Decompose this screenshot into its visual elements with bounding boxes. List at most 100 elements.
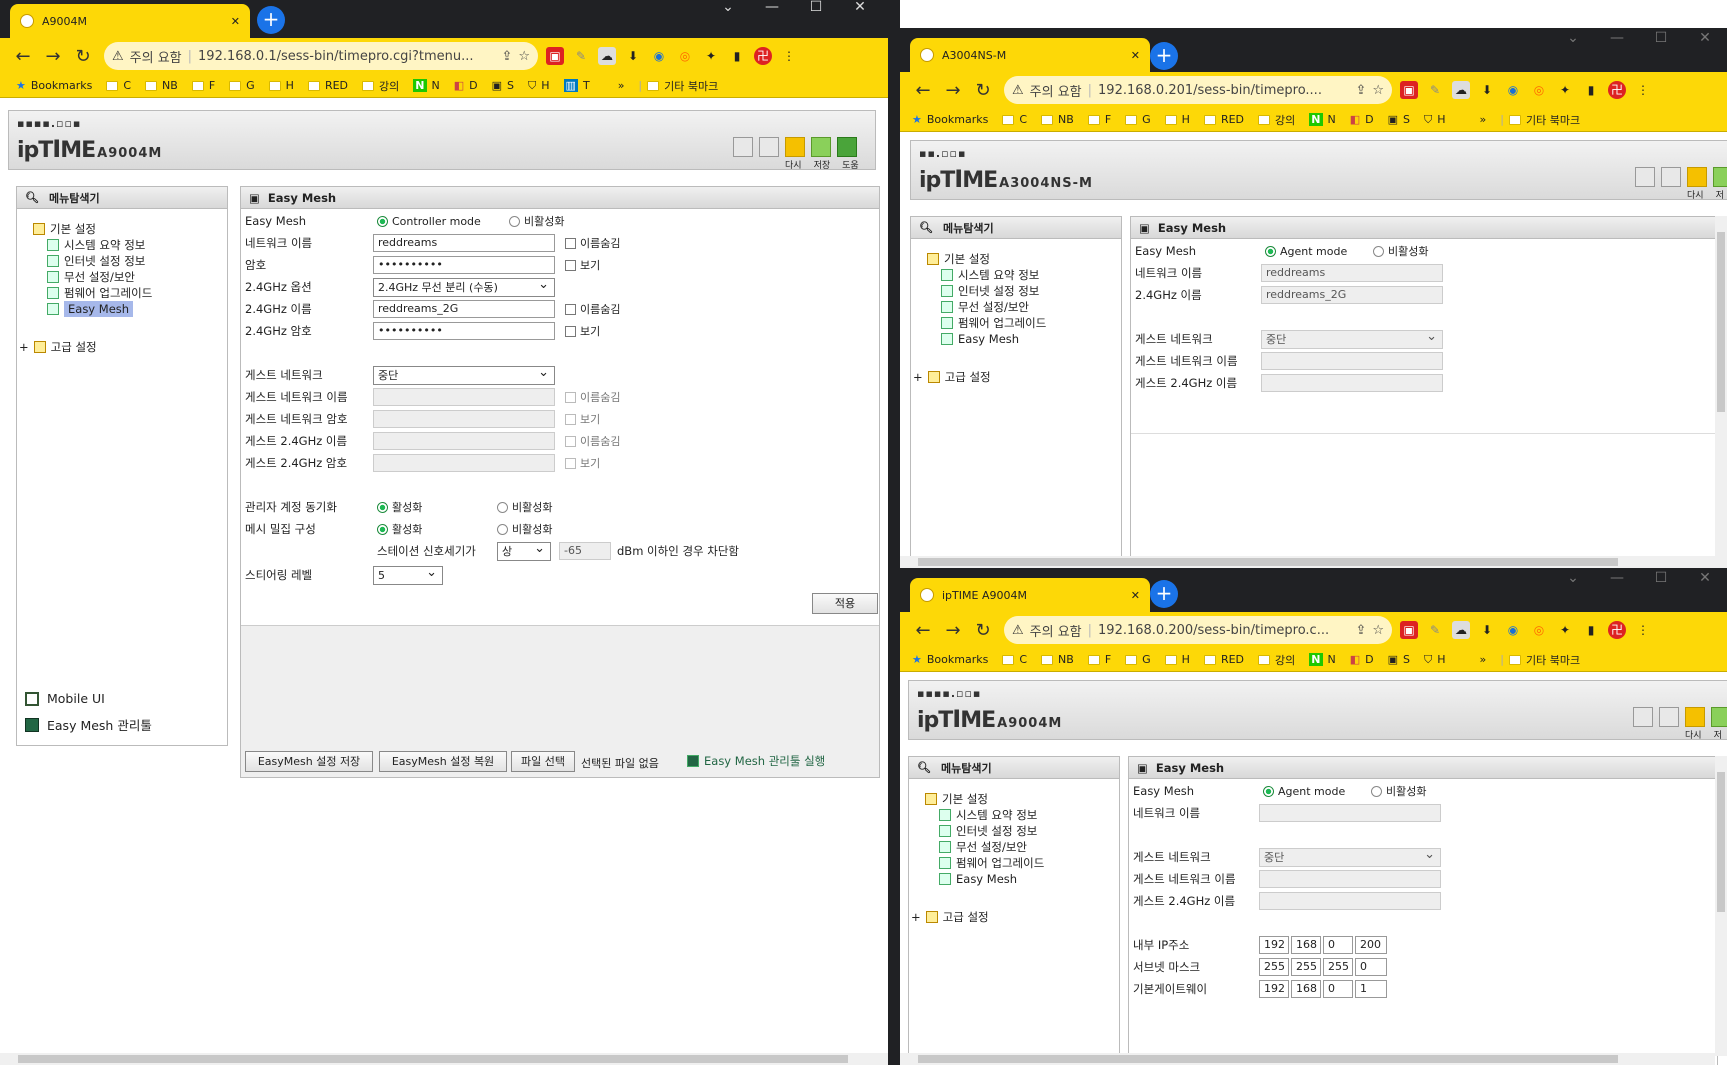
home-icon[interactable] xyxy=(733,137,753,157)
extension-download-icon[interactable]: ⬇ xyxy=(624,47,642,65)
radio-agent-mode[interactable]: Agent mode xyxy=(1265,245,1347,258)
guest-name-input[interactable] xyxy=(1261,352,1443,370)
reload-page-button[interactable] xyxy=(1685,707,1705,727)
bookmark-star-icon[interactable]: ☆ xyxy=(1372,623,1384,638)
bookmark-item[interactable]: ▥ T xyxy=(563,79,590,92)
mask-octet-3[interactable]: 255 xyxy=(1323,958,1353,976)
bookmark-item[interactable]: ▣ S xyxy=(1388,653,1410,666)
run-mesh-tool-link[interactable]: Easy Mesh 관리툴 실행 xyxy=(687,753,825,769)
bookmark-item[interactable]: NN xyxy=(1309,653,1336,666)
guest-network-select[interactable]: 중단 xyxy=(373,364,555,385)
scrollbar-thumb[interactable] xyxy=(1717,772,1725,912)
reload-page-button[interactable] xyxy=(1687,167,1707,187)
address-bar[interactable]: ⚠ 주의 요함 | 192.168.0.201/sess-bin/timepro… xyxy=(1004,76,1392,104)
tree-basic-settings[interactable]: 기본 설정 xyxy=(33,221,227,237)
extension-globe-icon[interactable]: ◉ xyxy=(1504,81,1522,99)
scrollbar-thumb[interactable] xyxy=(918,558,1618,566)
close-window-icon[interactable]: ✕ xyxy=(838,0,882,14)
minimize-icon[interactable]: — xyxy=(1595,30,1639,46)
share-icon[interactable]: ⇪ xyxy=(1355,623,1366,638)
radio-controller-mode[interactable]: Controller mode xyxy=(377,215,481,228)
gw-octet-2[interactable]: 168 xyxy=(1291,980,1321,998)
bookmark-item[interactable]: ◧ D xyxy=(454,79,478,92)
extension-cloud-icon[interactable]: ☁ xyxy=(598,47,616,65)
logout-icon[interactable] xyxy=(1661,167,1681,187)
extension-red-icon[interactable]: ▣ xyxy=(1400,621,1418,639)
bookmark-item[interactable]: F xyxy=(1087,113,1111,126)
tab-search-icon[interactable]: ⌄ xyxy=(1551,30,1595,46)
bookmark-item[interactable]: ◧ D xyxy=(1350,113,1374,126)
maximize-icon[interactable]: ☐ xyxy=(1639,30,1683,46)
reload-icon[interactable]: ↻ xyxy=(68,46,98,67)
other-bookmarks-folder[interactable]: | 기타 북마크 xyxy=(1500,652,1580,668)
guest-show-password-checkbox[interactable]: 보기 xyxy=(565,411,600,427)
show-24ghz-password-checkbox[interactable]: 보기 xyxy=(565,323,600,339)
logout-icon[interactable] xyxy=(759,137,779,157)
guest-password-input[interactable] xyxy=(373,410,555,428)
save-page-button[interactable] xyxy=(1711,707,1727,727)
extension-cloud-icon[interactable]: ☁ xyxy=(1452,81,1470,99)
tree-item-internet-settings[interactable]: 인터넷 설정 정보 xyxy=(47,253,227,269)
logout-icon[interactable] xyxy=(1659,707,1679,727)
hide-name-checkbox[interactable]: 이름숨김 xyxy=(565,235,620,251)
back-icon[interactable]: ← xyxy=(908,80,938,101)
mask-octet-4[interactable]: 0 xyxy=(1355,958,1387,976)
bookmark-star-icon[interactable]: ☆ xyxy=(1372,83,1384,98)
expand-plus-icon[interactable]: + xyxy=(19,339,29,355)
tab-a3004ns[interactable]: A3004NS-M ✕ xyxy=(910,38,1150,72)
24ghz-password-input[interactable]: •••••••••• xyxy=(373,322,555,340)
easy-mesh-tool-link[interactable]: Easy Mesh 관리툴 xyxy=(25,715,152,734)
tree-advanced-settings[interactable]: + 고급 설정 xyxy=(911,909,1119,925)
close-tab-icon[interactable]: ✕ xyxy=(231,15,240,28)
sidepanel-icon[interactable]: ▮ xyxy=(1582,81,1600,99)
more-bookmarks-button[interactable]: » xyxy=(1480,653,1487,666)
network-name-input[interactable]: reddreams xyxy=(1261,264,1443,282)
hide-24ghz-name-checkbox[interactable]: 이름숨김 xyxy=(565,301,620,317)
bookmarks-folder[interactable]: ★ Bookmarks xyxy=(912,113,988,126)
new-tab-button[interactable]: + xyxy=(1150,580,1178,608)
back-icon[interactable]: ← xyxy=(908,620,938,641)
extension-orange-icon[interactable]: ◎ xyxy=(1530,621,1548,639)
maximize-icon[interactable]: ☐ xyxy=(1639,570,1683,586)
bookmark-star-icon[interactable]: ☆ xyxy=(518,49,530,64)
ip-octet-2[interactable]: 168 xyxy=(1291,936,1321,954)
maximize-icon[interactable]: ☐ xyxy=(794,0,838,14)
tree-basic-settings[interactable]: 기본 설정 xyxy=(927,251,1121,267)
share-icon[interactable]: ⇪ xyxy=(501,49,512,64)
bookmark-item[interactable]: H xyxy=(268,79,294,92)
extension-download-icon[interactable]: ⬇ xyxy=(1478,621,1496,639)
bookmark-item[interactable]: 강의 xyxy=(1258,652,1295,668)
extensions-puzzle-icon[interactable]: ✦ xyxy=(1556,81,1574,99)
tree-item-easy-mesh[interactable]: Easy Mesh xyxy=(47,301,227,317)
bookmark-item[interactable]: RED xyxy=(307,79,348,92)
tree-item-system-summary[interactable]: 시스템 요약 정보 xyxy=(47,237,227,253)
radio-mesh-dense-on[interactable]: 활성화 xyxy=(377,521,422,537)
bookmark-item[interactable]: F xyxy=(1087,653,1111,666)
easymesh-save-button[interactable]: EasyMesh 설정 저장 xyxy=(245,751,373,772)
tab-search-icon[interactable]: ⌄ xyxy=(706,0,750,14)
sidepanel-icon[interactable]: ▮ xyxy=(728,47,746,65)
tree-advanced-settings[interactable]: + 고급 설정 xyxy=(913,369,1121,385)
gw-octet-3[interactable]: 0 xyxy=(1323,980,1353,998)
bookmark-item[interactable]: G xyxy=(1125,653,1151,666)
guest-24ghz-name-input[interactable] xyxy=(1259,892,1441,910)
bookmark-item[interactable]: RED xyxy=(1203,653,1244,666)
extension-pen-icon[interactable]: ✎ xyxy=(1426,621,1444,639)
radio-mesh-disable[interactable]: 비활성화 xyxy=(509,213,564,229)
close-window-icon[interactable]: ✕ xyxy=(1683,30,1727,46)
reload-page-button[interactable] xyxy=(785,137,805,157)
profile-avatar[interactable]: 卍 xyxy=(1608,621,1626,639)
bookmark-item[interactable]: ⛉ H xyxy=(1424,653,1446,667)
extension-orange-icon[interactable]: ◎ xyxy=(1530,81,1548,99)
radio-admin-sync-on[interactable]: 활성화 xyxy=(377,499,422,515)
steering-level-select[interactable]: 5 xyxy=(373,564,443,585)
guest-24ghz-name-input[interactable] xyxy=(373,432,555,450)
extension-pen-icon[interactable]: ✎ xyxy=(572,47,590,65)
apply-button[interactable]: 적용 xyxy=(812,593,878,614)
home-icon[interactable] xyxy=(1635,167,1655,187)
bookmark-item[interactable]: F xyxy=(191,79,215,92)
24ghz-name-input[interactable]: reddreams_2G xyxy=(373,300,555,318)
forward-icon[interactable]: → xyxy=(38,46,68,67)
gw-octet-1[interactable]: 192 xyxy=(1259,980,1289,998)
minimize-icon[interactable]: — xyxy=(750,0,794,14)
